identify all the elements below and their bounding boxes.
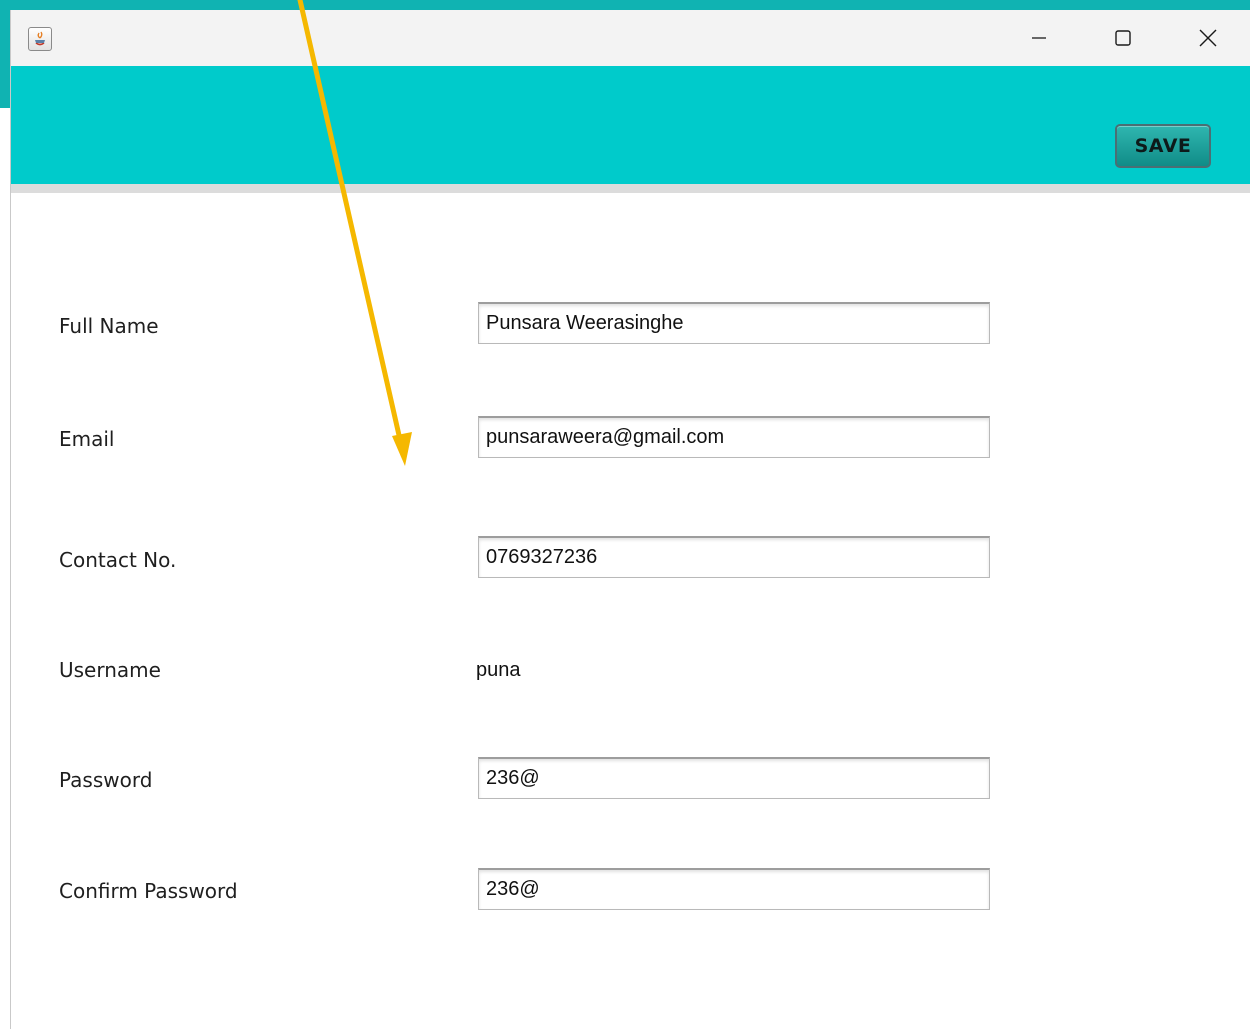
minimize-button[interactable] bbox=[1010, 10, 1068, 66]
header-divider bbox=[11, 184, 1250, 193]
username-label: Username bbox=[59, 658, 161, 682]
close-button[interactable] bbox=[1179, 10, 1237, 66]
window-frame-left bbox=[0, 0, 10, 108]
email-input[interactable] bbox=[478, 416, 990, 458]
email-label: Email bbox=[59, 427, 115, 451]
screenshot-stage: SAVE Full Name Email Contact No. Usernam… bbox=[0, 0, 1250, 1029]
minimize-icon bbox=[1032, 37, 1046, 39]
save-button[interactable]: SAVE bbox=[1115, 124, 1211, 168]
title-bar[interactable] bbox=[11, 10, 1250, 66]
confirm-password-label: Confirm Password bbox=[59, 879, 238, 903]
password-input[interactable] bbox=[478, 757, 990, 799]
full-name-input[interactable] bbox=[478, 302, 990, 344]
app-window: SAVE Full Name Email Contact No. Usernam… bbox=[10, 10, 1250, 1029]
java-icon bbox=[28, 27, 52, 51]
maximize-icon bbox=[1115, 30, 1131, 46]
close-icon bbox=[1199, 29, 1217, 47]
header-band bbox=[11, 66, 1250, 184]
maximize-button[interactable] bbox=[1094, 10, 1152, 66]
username-value: puna bbox=[476, 659, 521, 681]
password-label: Password bbox=[59, 768, 153, 792]
full-name-label: Full Name bbox=[59, 314, 159, 338]
contact-label: Contact No. bbox=[59, 548, 177, 572]
confirm-password-input[interactable] bbox=[478, 868, 990, 910]
contact-input[interactable] bbox=[478, 536, 990, 578]
